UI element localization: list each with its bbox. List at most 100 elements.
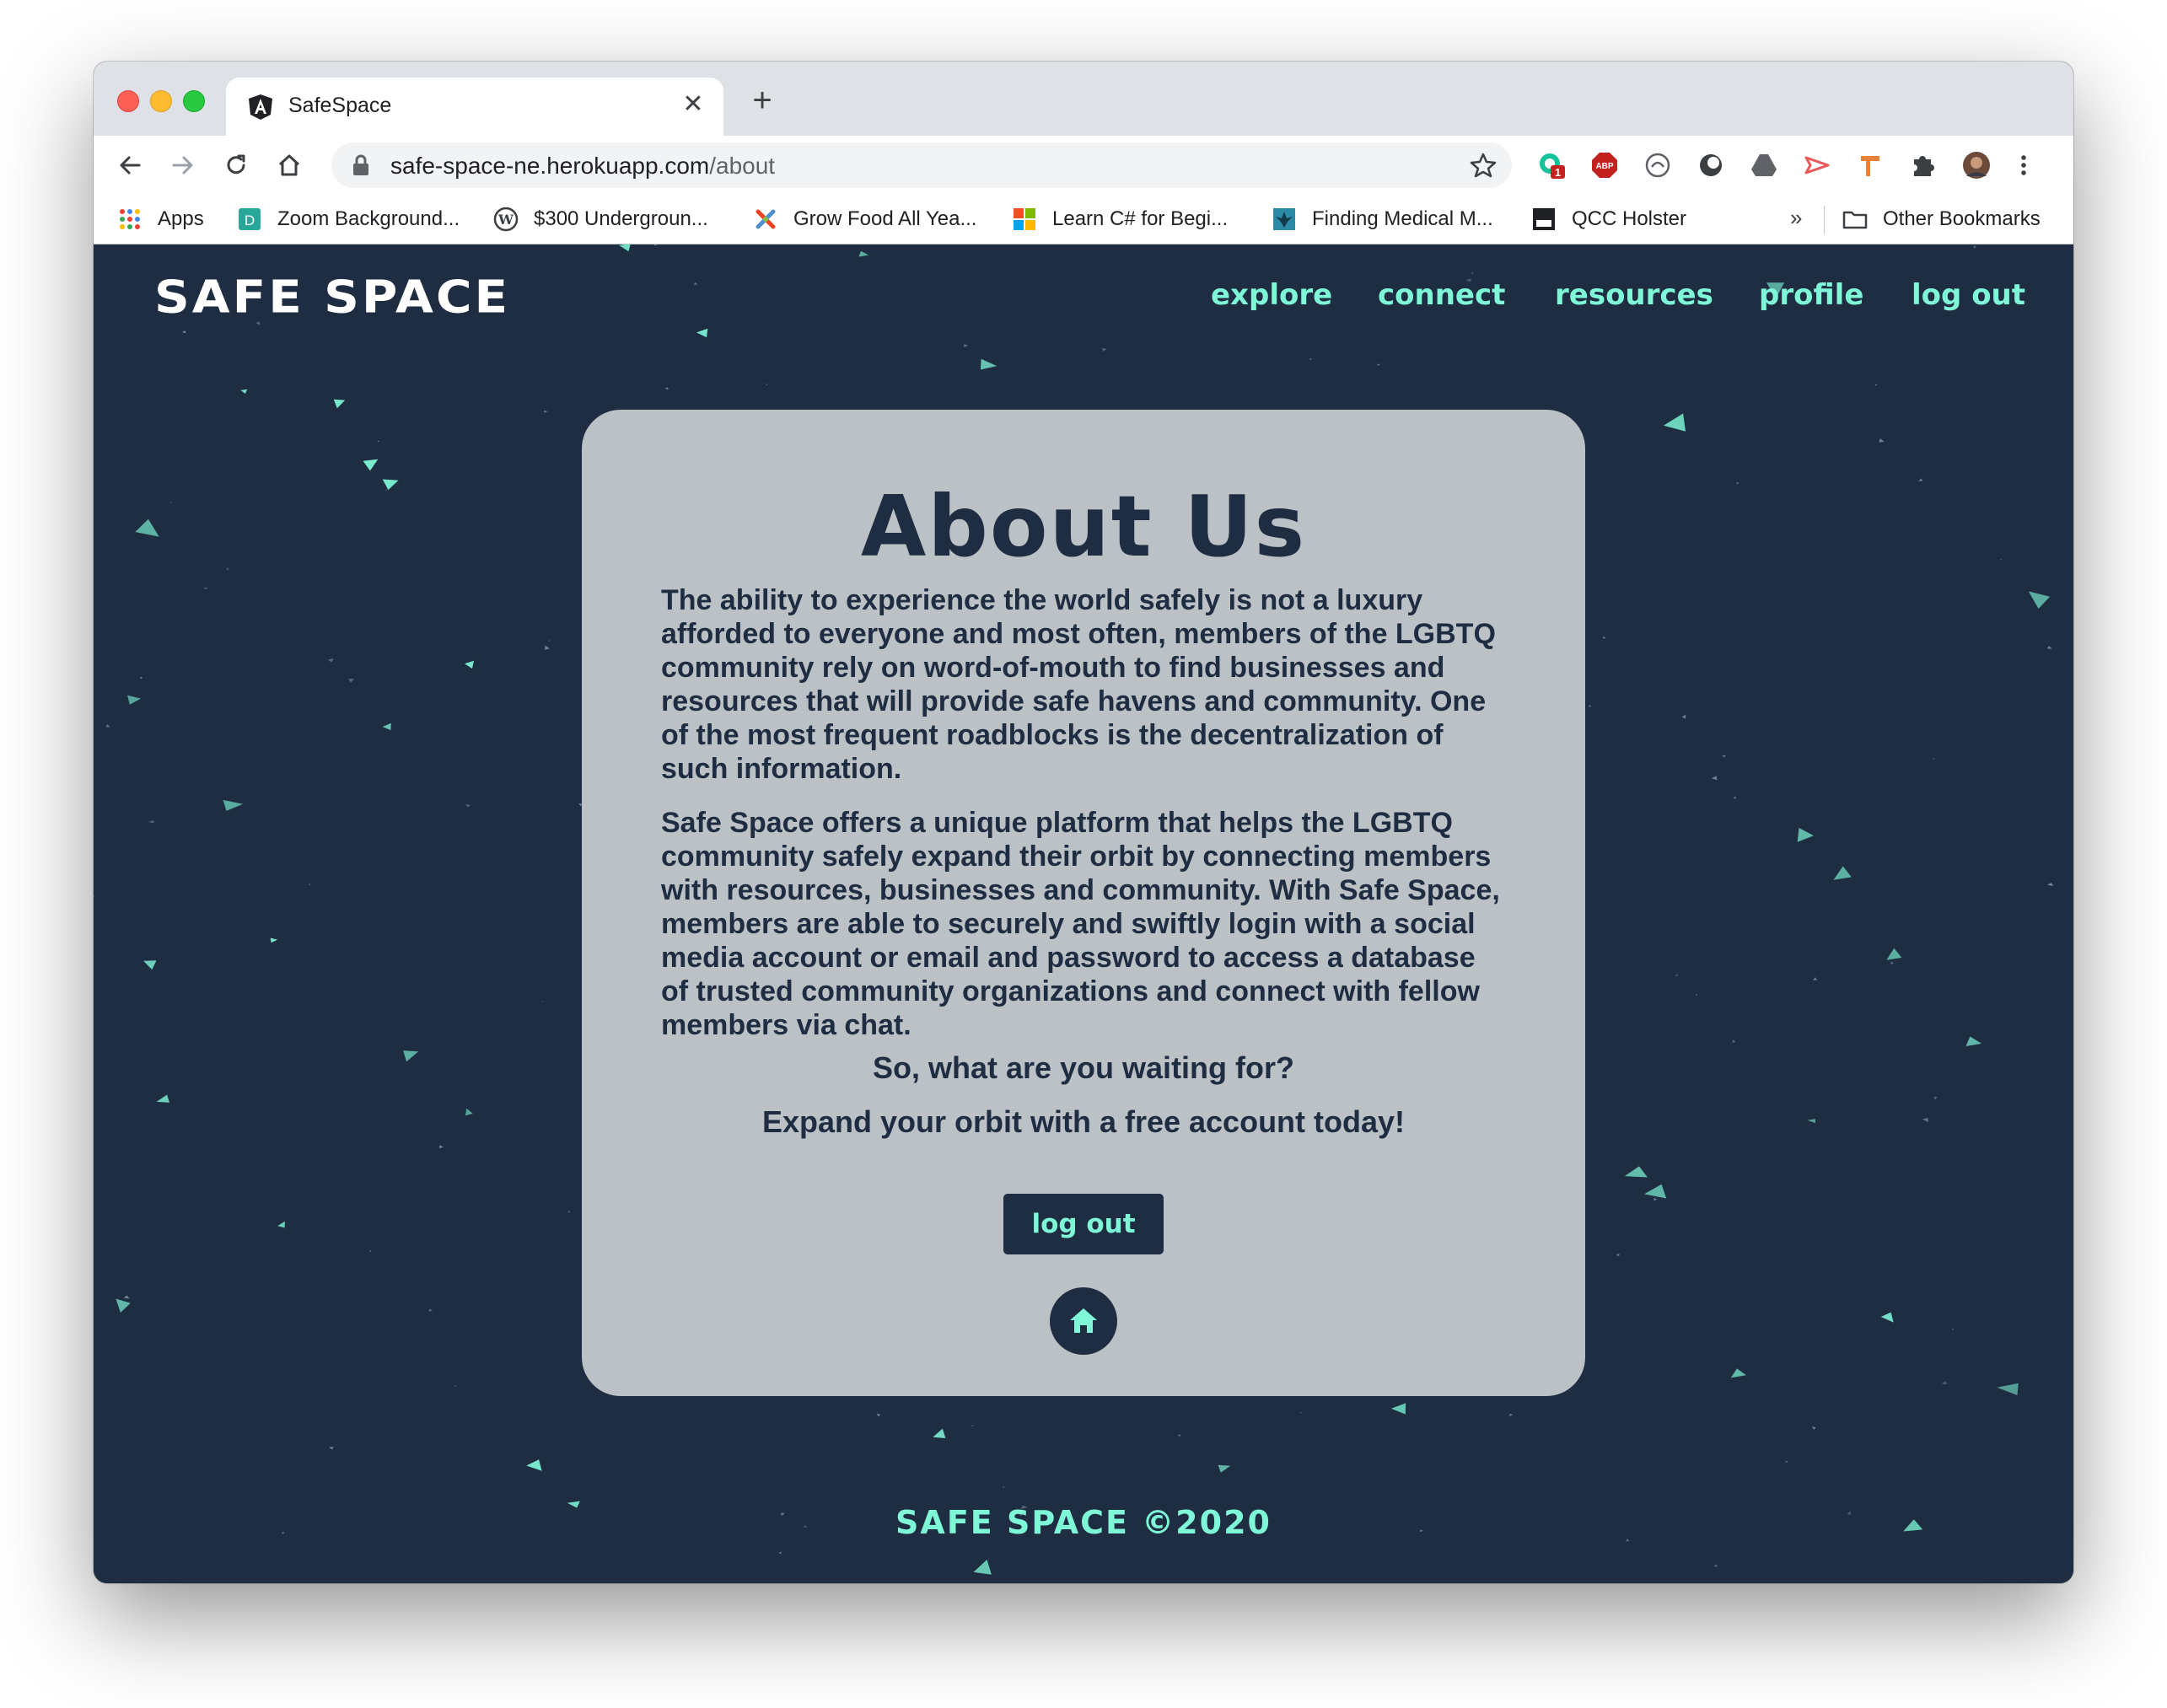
bookmarks-overflow-button[interactable]: » <box>1790 205 1802 231</box>
other-bookmarks[interactable]: Other Bookmarks <box>1842 206 2041 233</box>
particle <box>454 1385 457 1387</box>
nav-profile[interactable]: profile <box>1759 278 1863 312</box>
hammer-icon[interactable] <box>1854 149 1886 181</box>
bookmark-grow-food[interactable]: Grow Food All Yea... <box>753 206 976 233</box>
avatar-icon[interactable] <box>1960 149 1992 181</box>
browser-tab[interactable]: SafeSpace ✕ <box>226 78 723 136</box>
particle <box>223 799 244 811</box>
particle <box>143 960 157 970</box>
home-button[interactable] <box>1050 1287 1117 1355</box>
bookmarks-divider <box>1824 206 1825 234</box>
particle <box>347 679 355 683</box>
particle <box>327 658 334 663</box>
adblock-icon[interactable]: ABP <box>1589 149 1621 181</box>
puzzle-icon[interactable] <box>1907 149 1939 181</box>
bookmark-learn-csharp[interactable]: Learn C# for Begi... <box>1012 206 1228 233</box>
particle <box>1508 1413 1514 1417</box>
particle <box>1309 358 1313 360</box>
particle <box>363 459 379 471</box>
browser-window: SafeSpace ✕ + safe-space-ne.herokuapp.co… <box>94 62 2073 1583</box>
particle <box>1951 1328 1955 1330</box>
svg-text:W: W <box>497 212 514 228</box>
site-logo[interactable]: SAFE SPACE <box>154 271 510 324</box>
particle <box>1003 1486 1005 1489</box>
particle <box>105 724 110 728</box>
maximize-window-button[interactable] <box>183 90 205 112</box>
particle <box>1797 828 1814 842</box>
logout-button[interactable]: log out <box>1003 1194 1164 1254</box>
particle <box>1874 384 1878 386</box>
particle <box>1922 1118 1928 1122</box>
particle <box>973 1560 992 1575</box>
particle <box>1833 866 1852 880</box>
particle <box>2046 646 2052 649</box>
particle <box>766 384 768 385</box>
particle <box>465 1108 473 1116</box>
particle <box>1588 705 1592 707</box>
nav-log-out[interactable]: log out <box>1912 278 2025 312</box>
about-paragraph-2: Safe Space offers a unique platform that… <box>661 807 1500 1041</box>
grammarly-icon[interactable]: 1 <box>1535 149 1567 181</box>
particle <box>541 1001 544 1003</box>
bookmarks-bar: Apps D Zoom Background... W $300 Undergr… <box>94 195 2073 244</box>
nav-connect[interactable]: connect <box>1378 278 1505 312</box>
browser-toolbar: safe-space-ne.herokuapp.com/about 1 ABP <box>94 136 2073 195</box>
particle <box>123 1295 130 1299</box>
particle <box>403 1050 419 1062</box>
particle <box>964 344 968 347</box>
particle <box>526 1459 542 1471</box>
minimize-window-button[interactable] <box>150 90 172 112</box>
particle <box>170 502 172 503</box>
reload-icon[interactable] <box>217 146 255 185</box>
particle <box>619 244 631 252</box>
close-icon[interactable]: ✕ <box>676 88 710 121</box>
back-icon[interactable] <box>110 146 149 185</box>
bookmark-medical[interactable]: Finding Medical M... <box>1272 206 1493 233</box>
particle <box>1713 1564 1718 1568</box>
nav-resources[interactable]: resources <box>1555 278 1713 312</box>
particle <box>694 282 698 286</box>
jm4-icon <box>1533 208 1555 230</box>
particle <box>116 1298 131 1313</box>
particle <box>182 330 186 334</box>
particle <box>2028 591 2051 609</box>
particle <box>333 399 346 409</box>
particle <box>1218 1464 1231 1473</box>
cast-icon[interactable] <box>1801 149 1833 181</box>
tab-title: SafeSpace <box>288 94 392 117</box>
particle <box>1391 1403 1406 1415</box>
privacy-icon[interactable] <box>1642 149 1674 181</box>
home-icon[interactable] <box>270 146 309 185</box>
particle <box>1879 438 1885 443</box>
microsoft-icon <box>1014 208 1035 230</box>
bookmark-underground[interactable]: W $300 Undergroun... <box>493 206 708 233</box>
particle <box>439 1145 444 1149</box>
particle <box>1695 993 1697 996</box>
address-bar[interactable]: safe-space-ne.herokuapp.com/about <box>331 142 1512 188</box>
url-text: safe-space-ne.herokuapp.com/about <box>390 153 776 179</box>
particle <box>377 440 380 443</box>
bookmark-qcc-holster[interactable]: QCC Holster <box>1531 206 1686 233</box>
bookmark-zoom[interactable]: D Zoom Background... <box>237 206 460 233</box>
particle <box>1644 1184 1667 1199</box>
particle <box>1101 347 1107 352</box>
web-page: SAFE SPACE explore connect resources pro… <box>94 244 2073 1583</box>
cta-question: So, what are you waiting for? <box>872 1050 1295 1085</box>
particle <box>1722 755 1727 758</box>
bookmark-apps[interactable]: Apps <box>117 206 204 233</box>
kebab-menu-icon[interactable] <box>2008 149 2040 181</box>
nav-explore[interactable]: explore <box>1211 278 1332 312</box>
particle <box>1178 1434 1181 1437</box>
particle <box>778 1551 782 1555</box>
particle <box>329 1447 334 1450</box>
forward-icon[interactable] <box>164 146 202 185</box>
particle <box>384 489 388 491</box>
particle <box>382 479 399 491</box>
lock-icon <box>353 154 368 175</box>
close-window-button[interactable] <box>117 90 139 112</box>
drive-icon[interactable] <box>1748 149 1780 181</box>
circle-icon[interactable] <box>1695 149 1727 181</box>
star-icon[interactable] <box>1470 152 1497 179</box>
particle <box>545 645 550 650</box>
plus-icon[interactable]: + <box>745 83 779 117</box>
